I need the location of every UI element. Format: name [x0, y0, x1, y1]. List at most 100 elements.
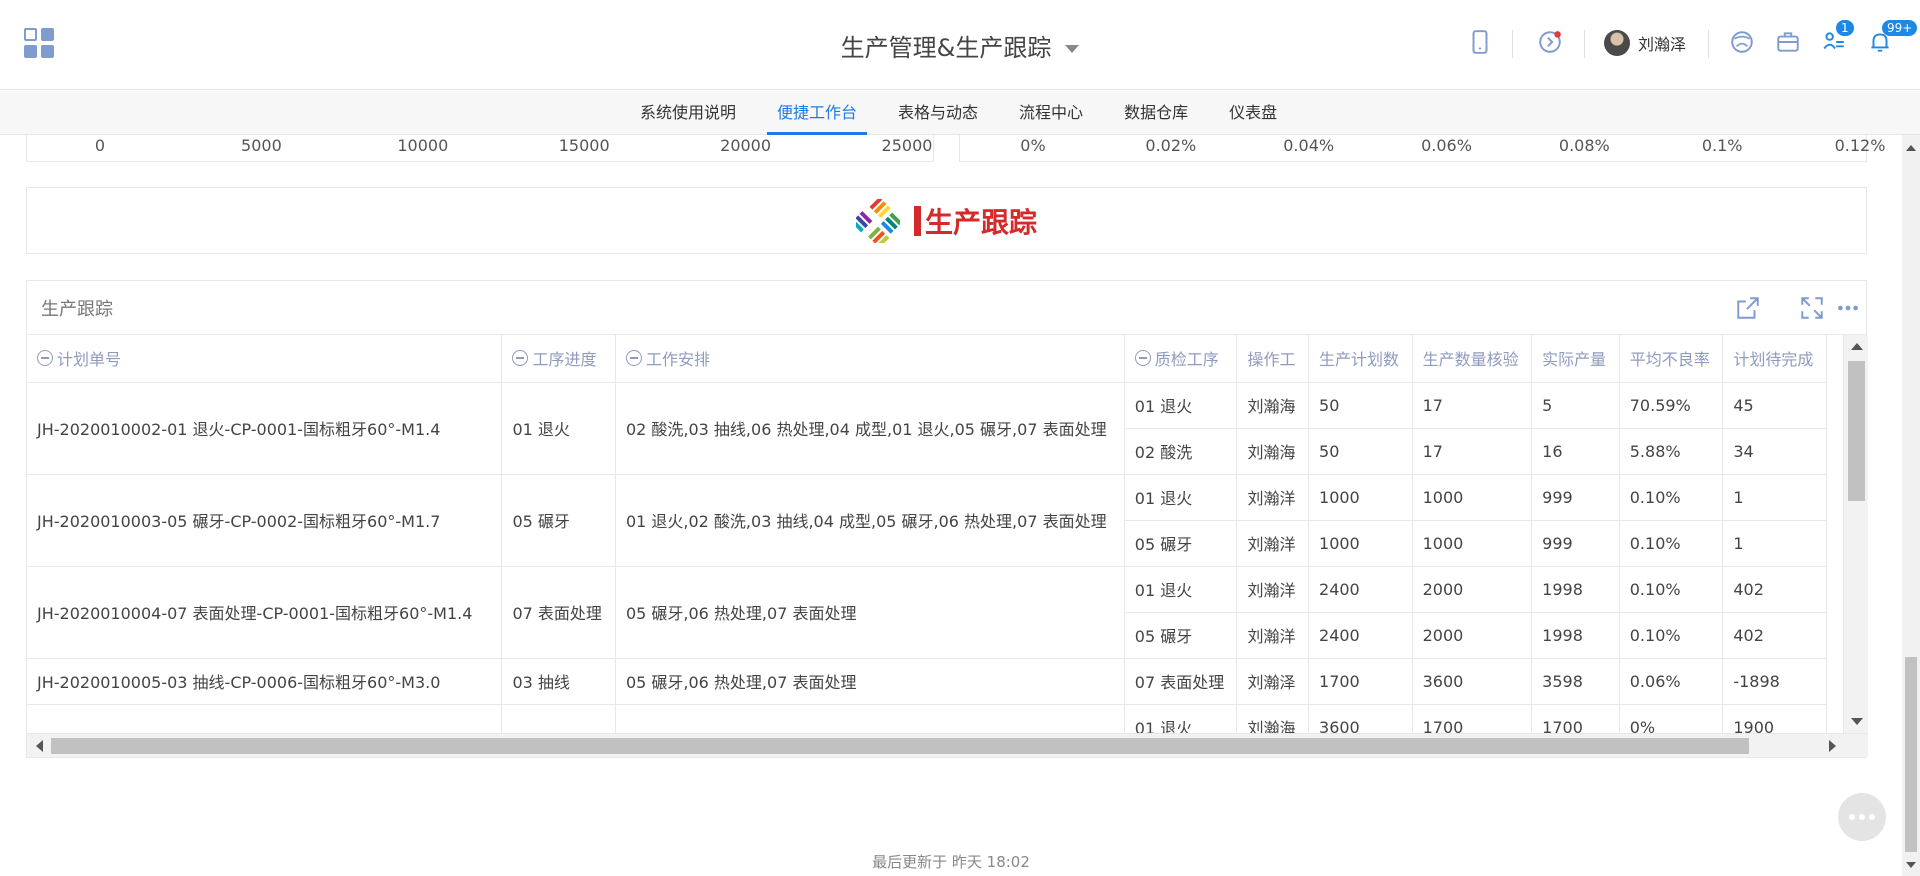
- collapse-icon[interactable]: [37, 350, 53, 367]
- scroll-right-arrow-icon[interactable]: [1829, 740, 1836, 752]
- tab-1[interactable]: 便捷工作台: [767, 91, 868, 135]
- cell-remaining: 34: [1722, 428, 1827, 475]
- cell-defect: 0.10%: [1619, 566, 1724, 613]
- table-viewport: 计划单号 工序进度 工作安排 质检工序 操作工 生产计划数 生产数量核验 实际产量 平均不良率 计…: [27, 335, 1827, 733]
- table-vertical-scrollbar[interactable]: [1843, 335, 1868, 733]
- collapse-icon[interactable]: [625, 350, 642, 367]
- fullscreen-icon[interactable]: [1797, 293, 1827, 323]
- cell-verify: 3600: [1412, 658, 1533, 705]
- cell-verify: 17: [1412, 382, 1533, 429]
- scroll-down-arrow-icon[interactable]: [1851, 718, 1863, 725]
- scroll-thumb[interactable]: [1848, 361, 1865, 501]
- cell-defect: 5.88%: [1619, 428, 1724, 475]
- mobile-icon[interactable]: [1460, 22, 1500, 62]
- cell-defect: 0.10%: [1619, 474, 1724, 521]
- cell-qc: 01 退火: [1124, 474, 1238, 521]
- scroll-up-arrow-icon[interactable]: [1851, 343, 1863, 350]
- cell-qc: 07 表面处理: [1124, 658, 1238, 705]
- column-header[interactable]: 生产数量核验: [1412, 335, 1533, 383]
- cell-defect: 0.10%: [1619, 520, 1724, 567]
- x-tick-label: 0.1%: [1701, 136, 1743, 155]
- cell-remaining: 1: [1722, 520, 1827, 567]
- dot: [1849, 814, 1855, 820]
- last-updated: 最后更新于 昨天 18:02: [872, 853, 1030, 871]
- column-header[interactable]: 计划单号: [27, 335, 503, 383]
- nav-bar: 系统使用说明 便捷工作台 表格与动态 流程中心 数据仓库 仪表盘: [0, 91, 1920, 135]
- table-row: JH-2020010004-07 表面处理-CP-0001-国标粗牙60°-M1…: [27, 566, 1827, 659]
- scroll-thumb[interactable]: [51, 738, 1749, 754]
- tab-5[interactable]: 仪表盘: [1219, 91, 1287, 135]
- page-vertical-scrollbar[interactable]: [1902, 135, 1920, 876]
- column-header-label: 生产计划数: [1319, 350, 1400, 370]
- column-header-label: 质检工序: [1154, 350, 1219, 370]
- tab-2[interactable]: 表格与动态: [888, 91, 988, 135]
- column-header[interactable]: 工序进度: [501, 335, 616, 383]
- chevron-down-icon: [1065, 45, 1080, 53]
- x-tick-label: 10000: [397, 136, 449, 155]
- x-tick-label: 0.04%: [1283, 136, 1335, 155]
- org-badge: 1: [1836, 20, 1854, 36]
- tab-0[interactable]: 系统使用说明: [630, 91, 746, 135]
- cell-actual: 1700: [1531, 704, 1620, 733]
- dot: [1869, 814, 1875, 820]
- cell-verify: 1000: [1412, 474, 1533, 521]
- cell-progress: 01 退火: [501, 382, 616, 475]
- tab-3[interactable]: 流程中心: [1009, 91, 1093, 135]
- column-header[interactable]: 生产计划数: [1308, 335, 1413, 383]
- scroll-up-arrow-icon[interactable]: [1906, 145, 1916, 151]
- tab-4[interactable]: 数据仓库: [1114, 91, 1198, 135]
- column-header[interactable]: 实际产量: [1531, 335, 1620, 383]
- cell-plan-no: JH-2020010005-03 抽线-CP-0006-国标粗牙60°-M3.0: [27, 658, 503, 705]
- cell-plan: 50: [1308, 428, 1413, 475]
- cell-operator: 刘瀚洋: [1236, 566, 1310, 613]
- org-icon[interactable]: 1: [1814, 20, 1854, 62]
- cell-verify: 1700: [1412, 704, 1533, 733]
- open-external-icon[interactable]: [1733, 293, 1763, 323]
- nav-tabs: 系统使用说明 便捷工作台 表格与动态 流程中心 数据仓库 仪表盘: [630, 91, 1308, 135]
- cell-actual: 1998: [1531, 612, 1620, 659]
- cell-remaining: 45: [1722, 382, 1827, 429]
- column-header[interactable]: 质检工序: [1124, 335, 1238, 383]
- column-header-label: 工序进度: [532, 350, 597, 370]
- chat-button[interactable]: [1838, 793, 1886, 841]
- x-tick-label: 15000: [558, 136, 610, 155]
- cell-actual: 3598: [1531, 658, 1620, 705]
- column-header-label: 生产数量核验: [1422, 350, 1519, 370]
- column-header[interactable]: 计划待完成: [1722, 335, 1827, 383]
- cell-plan-no: [27, 704, 503, 733]
- collapse-icon[interactable]: [512, 350, 529, 367]
- left-chart-panel: 0 5000 10000 15000 20000 25000: [26, 135, 934, 162]
- cell-verify: 17: [1412, 428, 1533, 475]
- briefcase-icon[interactable]: [1768, 22, 1808, 62]
- tracking-table: 计划单号 工序进度 工作安排 质检工序 操作工 生产计划数 生产数量核验 实际产量 平均不良率 计…: [27, 335, 1827, 733]
- collapse-icon[interactable]: [1134, 350, 1151, 367]
- scroll-down-arrow-icon[interactable]: [1906, 862, 1916, 868]
- column-header[interactable]: 工作安排: [615, 335, 1125, 383]
- table-row: JH-2020010003-05 碾牙-CP-0002-国标粗牙60°-M1.7…: [27, 474, 1827, 567]
- more-icon[interactable]: [1833, 293, 1863, 323]
- scroll-left-arrow-icon[interactable]: [36, 740, 43, 752]
- compass-icon[interactable]: [1530, 22, 1570, 62]
- column-header[interactable]: 平均不良率: [1619, 335, 1724, 383]
- scroll-thumb[interactable]: [1905, 657, 1917, 852]
- column-header[interactable]: 操作工: [1236, 335, 1310, 383]
- right-chart-x-axis: 0% 0.02% 0.04% 0.06% 0.08% 0.1% 0.12%: [960, 136, 1885, 156]
- x-tick-label: 5000: [241, 136, 282, 155]
- cell-operator: 刘瀚泽: [1236, 658, 1310, 705]
- avatar: [1604, 30, 1630, 56]
- cell-verify: 2000: [1412, 612, 1533, 659]
- skin-icon[interactable]: [1722, 22, 1762, 62]
- x-tick-label: 0%: [1020, 136, 1046, 155]
- bell-icon[interactable]: 99+: [1860, 20, 1918, 62]
- notification-badge: 99+: [1882, 20, 1918, 36]
- cell-defect: 0.06%: [1619, 658, 1724, 705]
- banner-title: 生产跟踪: [913, 201, 1037, 241]
- table-horizontal-scrollbar[interactable]: [27, 733, 1868, 757]
- column-header-label: 操作工: [1247, 350, 1296, 370]
- cell-schedule: 05 碾牙,06 热处理,07 表面处理: [615, 566, 1125, 659]
- cell-qc: 02 酸洗: [1124, 428, 1238, 475]
- cell-operator: 刘瀚洋: [1236, 520, 1310, 567]
- cell-actual: 1998: [1531, 566, 1620, 613]
- right-chart-panel: 0% 0.02% 0.04% 0.06% 0.08% 0.1% 0.12%: [959, 135, 1885, 162]
- user-menu[interactable]: 刘瀚泽: [1604, 30, 1686, 56]
